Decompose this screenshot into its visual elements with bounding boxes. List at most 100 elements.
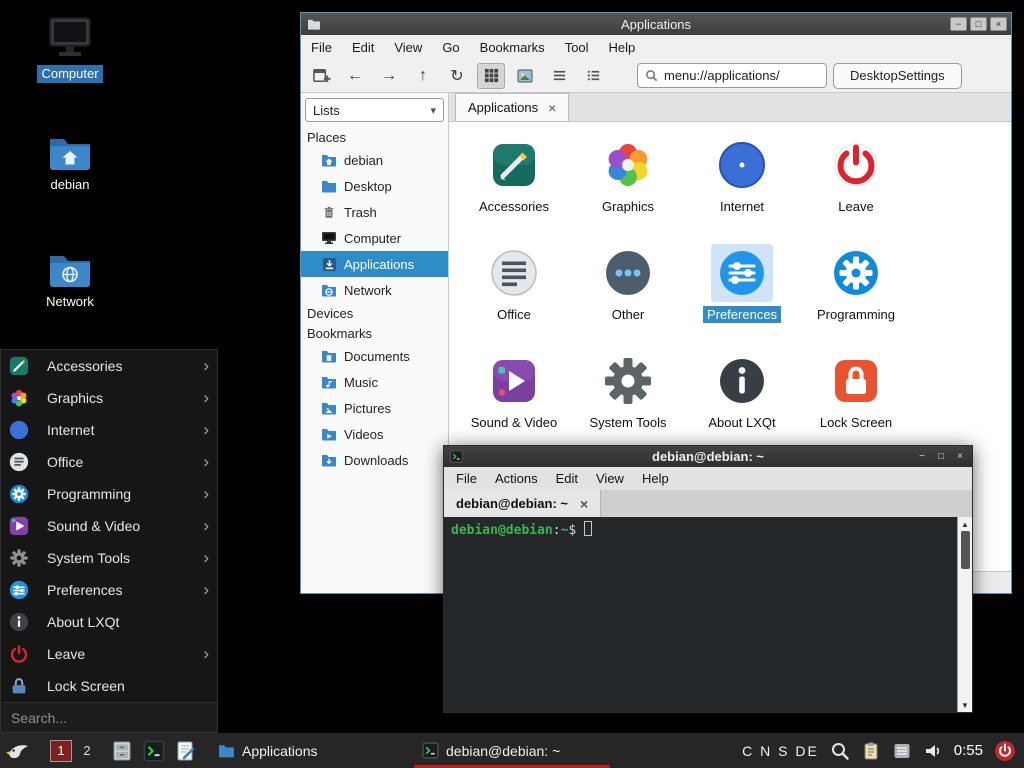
menu-file[interactable]: File	[456, 471, 477, 486]
close-button[interactable]: ×	[990, 17, 1007, 31]
app-office[interactable]: Office	[457, 242, 571, 350]
sidebar-item-documents[interactable]: Documents	[301, 343, 448, 369]
menu-item-internet[interactable]: Internet ›	[1, 414, 217, 446]
scroll-down-icon[interactable]: ▼	[958, 698, 972, 712]
menu-help[interactable]: Help	[609, 40, 636, 55]
sidebar-item-music[interactable]: Music	[301, 369, 448, 395]
keyboard-icon[interactable]	[892, 741, 912, 761]
menu-item-sound-video[interactable]: Sound & Video ›	[1, 510, 217, 542]
app-leave[interactable]: Leave	[799, 134, 913, 242]
location-bar[interactable]: menu://applications/	[637, 63, 827, 88]
desktop-icon-debian[interactable]: debian	[24, 134, 116, 194]
menu-item-graphics[interactable]: Graphics ›	[1, 382, 217, 414]
sidebar-item-desktop[interactable]: Desktop	[301, 173, 448, 199]
app-internet[interactable]: Internet	[685, 134, 799, 242]
menu-item-leave[interactable]: Leave ›	[1, 638, 217, 670]
close-button[interactable]: ×	[952, 450, 968, 464]
app-lock-screen[interactable]: Lock Screen	[799, 350, 913, 458]
up-button[interactable]: ↑	[409, 63, 437, 89]
app-accessories[interactable]: Accessories	[457, 134, 571, 242]
file-manager-titlebar[interactable]: Applications − □ ×	[301, 13, 1011, 35]
menu-search-input[interactable]: Search...	[1, 702, 217, 732]
menu-item-office[interactable]: Office ›	[1, 446, 217, 478]
menu-item-preferences[interactable]: Preferences ›	[1, 574, 217, 606]
folder-icon	[218, 743, 235, 758]
task-button-applications[interactable]: Applications	[210, 733, 406, 768]
volume-icon[interactable]	[923, 741, 943, 761]
task-button-terminal[interactable]: debian@debian: ~	[414, 733, 610, 768]
quicklaunch-text-editor[interactable]	[172, 737, 200, 765]
terminal-tab[interactable]: debian@debian: ~ ×	[444, 490, 601, 517]
menu-edit[interactable]: Edit	[556, 471, 578, 486]
maximize-button[interactable]: □	[933, 450, 949, 464]
magnifier-icon[interactable]	[830, 741, 850, 761]
menu-help[interactable]: Help	[642, 471, 669, 486]
detailed-view-button[interactable]	[579, 63, 607, 89]
app-sound-video[interactable]: Sound & Video	[457, 350, 571, 458]
maximize-button[interactable]: □	[970, 17, 987, 31]
desktop-icon-computer[interactable]: Computer	[24, 16, 116, 83]
trash-icon	[321, 204, 337, 220]
menu-item-accessories[interactable]: Accessories ›	[1, 350, 217, 382]
app-programming[interactable]: Programming	[799, 242, 913, 350]
app-system-tools[interactable]: System Tools	[571, 350, 685, 458]
tab-label: Applications	[468, 100, 538, 115]
icon-view-button[interactable]	[477, 63, 505, 89]
back-button[interactable]: ←	[341, 63, 369, 89]
app-about-lxqt[interactable]: About LXQt	[685, 350, 799, 458]
terminal-scrollbar[interactable]: ▲ ▼	[957, 517, 972, 712]
file-cabinet-icon	[111, 740, 133, 762]
scroll-up-icon[interactable]: ▲	[958, 517, 972, 531]
sidebar-item-applications[interactable]: Applications	[301, 251, 448, 277]
menu-file[interactable]: File	[311, 40, 332, 55]
minimize-button[interactable]: −	[914, 450, 930, 464]
compact-view-button[interactable]	[545, 63, 573, 89]
menu-view[interactable]: View	[394, 40, 422, 55]
workspace-1-button[interactable]: 1	[50, 740, 72, 762]
workspace-2-button[interactable]: 2	[76, 740, 98, 762]
sidebar-item-downloads[interactable]: Downloads	[301, 447, 448, 473]
clock[interactable]: 0:55	[954, 742, 983, 759]
menu-bookmarks[interactable]: Bookmarks	[480, 40, 545, 55]
menu-item-about-lxqt[interactable]: About LXQt	[1, 606, 217, 638]
menu-view[interactable]: View	[596, 471, 624, 486]
minimize-button[interactable]: −	[950, 17, 967, 31]
forward-button[interactable]: →	[375, 63, 403, 89]
main-menu-button[interactable]	[0, 733, 36, 768]
thumbnail-view-button[interactable]	[511, 63, 539, 89]
clipboard-icon[interactable]	[861, 741, 881, 761]
sidebar-item-pictures[interactable]: Pictures	[301, 395, 448, 421]
new-window-button[interactable]	[307, 63, 335, 89]
menu-item-lock-screen[interactable]: Lock Screen	[1, 670, 217, 702]
sidebar-item-network[interactable]: Network	[301, 277, 448, 303]
sidebar-mode-combo[interactable]: Lists ▾	[305, 98, 444, 122]
app-preferences[interactable]: Preferences	[685, 242, 799, 350]
sidebar-item-videos[interactable]: Videos	[301, 421, 448, 447]
menu-item-programming[interactable]: Programming ›	[1, 478, 217, 510]
sidebar-item-trash[interactable]: Trash	[301, 199, 448, 225]
tab-close-icon[interactable]: ×	[580, 496, 588, 512]
quicklaunch-file-manager[interactable]	[108, 737, 136, 765]
text-editor-icon	[175, 740, 197, 762]
refresh-button[interactable]: ↻	[443, 63, 471, 89]
menu-tool[interactable]: Tool	[565, 40, 589, 55]
tab-close-icon[interactable]: ×	[548, 100, 556, 116]
app-graphics[interactable]: Graphics	[571, 134, 685, 242]
quicklaunch-terminal[interactable]	[140, 737, 168, 765]
scrollbar-thumb[interactable]	[961, 531, 970, 569]
app-other[interactable]: Other	[571, 242, 685, 350]
menu-go[interactable]: Go	[442, 40, 459, 55]
sidebar-item-computer[interactable]: Computer	[301, 225, 448, 251]
sidebar-item-debian[interactable]: debian	[301, 147, 448, 173]
menu-edit[interactable]: Edit	[352, 40, 374, 55]
sidebar-item-label: Desktop	[344, 179, 392, 194]
tab-applications[interactable]: Applications ×	[455, 93, 569, 121]
terminal-screen[interactable]: debian@debian:~$	[444, 517, 957, 712]
menu-item-system-tools[interactable]: System Tools ›	[1, 542, 217, 574]
desktop-icon-network[interactable]: Network	[24, 251, 116, 311]
menu-actions[interactable]: Actions	[495, 471, 538, 486]
power-button[interactable]	[994, 740, 1016, 762]
keyboard-state-indicator[interactable]: C N S DE	[742, 743, 819, 759]
desktop-settings-button[interactable]: DesktopSettings	[833, 63, 962, 89]
terminal-titlebar[interactable]: debian@debian: ~ − □ ×	[444, 446, 972, 467]
